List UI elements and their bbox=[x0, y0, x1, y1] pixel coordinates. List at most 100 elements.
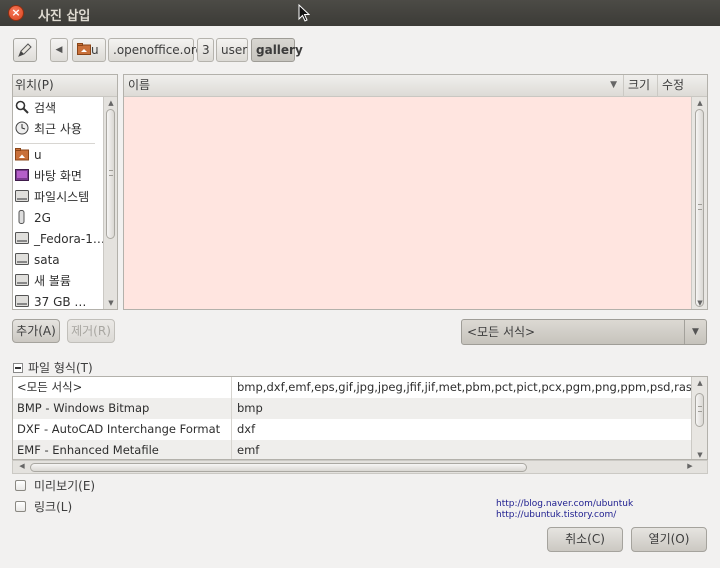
file-type-extensions: bmp,dxf,emf,eps,gif,jpg,jpeg,jfif,jif,me… bbox=[237, 380, 693, 394]
file-type-extensions: emf bbox=[237, 443, 260, 457]
place-label: 파일시스템 bbox=[34, 190, 90, 204]
place-new-volume[interactable]: 새 볼륨 bbox=[15, 271, 71, 291]
place-label: 37 GB … bbox=[34, 295, 87, 309]
grip-icon bbox=[698, 204, 702, 210]
place-label: 검색 bbox=[34, 101, 57, 115]
sort-arrow-icon: ▼ bbox=[610, 80, 617, 90]
places-header[interactable]: 위치(P) bbox=[13, 75, 117, 97]
place-label: _Fedora-1… bbox=[34, 232, 105, 246]
link-checkbox[interactable]: 링크(L) bbox=[15, 498, 72, 515]
file-filter-value: <모든 서식> bbox=[467, 325, 536, 339]
place-filesystem[interactable]: 파일시스템 bbox=[15, 187, 89, 207]
file-type-row[interactable]: DXF - AutoCAD Interchange Format dxf bbox=[13, 419, 693, 440]
scroll-up-arrow-icon[interactable]: ▲ bbox=[104, 99, 118, 107]
file-type-row[interactable]: BMP - Windows Bitmap bmp bbox=[13, 398, 693, 419]
scroll-right-arrow-icon[interactable]: ▶ bbox=[683, 462, 697, 470]
watermark-line: http://ubuntuk.tistory.com/ bbox=[496, 510, 617, 520]
type-location-button[interactable] bbox=[13, 38, 37, 62]
file-type-list[interactable]: <모든 서식> bmp,dxf,emf,eps,gif,jpg,jpeg,jfi… bbox=[12, 376, 708, 460]
watermark-line: http://blog.naver.com/ubuntuk bbox=[496, 499, 634, 509]
places-separator bbox=[15, 143, 95, 144]
place-2g[interactable]: 2G bbox=[15, 208, 51, 228]
column-divider bbox=[231, 377, 232, 459]
path-scroll-left-button[interactable]: ◀ bbox=[50, 38, 68, 62]
open-button[interactable]: 열기(O) bbox=[631, 527, 707, 552]
place-label: 최근 사용 bbox=[34, 122, 82, 136]
place-label: u bbox=[34, 148, 42, 162]
add-place-button[interactable]: 추가(A) bbox=[12, 319, 60, 343]
places-panel: 위치(P) 검색 최근 사용 u 바탕 화면 파일시스템 2G _Fedora-… bbox=[12, 74, 118, 310]
pencil-icon bbox=[18, 43, 32, 57]
insert-picture-dialog: ◀ u .openoffice.org 3 user gallery 위치(P)… bbox=[0, 26, 720, 568]
column-modified[interactable]: 수정 bbox=[658, 75, 693, 97]
place-label: 바탕 화면 bbox=[34, 169, 82, 183]
file-type-name: DXF - AutoCAD Interchange Format bbox=[17, 422, 221, 436]
checkbox-icon[interactable] bbox=[15, 501, 26, 512]
place-desktop[interactable]: 바탕 화면 bbox=[15, 166, 82, 186]
scroll-left-arrow-icon[interactable]: ◀ bbox=[15, 462, 29, 470]
crumb-3[interactable]: 3 bbox=[197, 38, 214, 62]
file-type-scroll-thumb[interactable] bbox=[695, 393, 704, 427]
cancel-button[interactable]: 취소(C) bbox=[547, 527, 623, 552]
place-sata[interactable]: sata bbox=[15, 250, 60, 270]
scroll-up-arrow-icon[interactable]: ▲ bbox=[693, 379, 707, 387]
collapse-icon[interactable] bbox=[13, 363, 23, 373]
scroll-down-arrow-icon[interactable]: ▼ bbox=[693, 451, 707, 459]
file-type-name: EMF - Enhanced Metafile bbox=[17, 443, 159, 457]
scroll-down-arrow-icon[interactable]: ▼ bbox=[693, 299, 707, 307]
usb-drive-icon bbox=[18, 210, 25, 224]
file-type-name: <모든 서식> bbox=[17, 380, 83, 394]
place-label: 2G bbox=[34, 211, 51, 225]
drive-icon bbox=[15, 190, 29, 202]
place-label: sata bbox=[34, 253, 60, 267]
remove-place-button[interactable]: 제거(R) bbox=[67, 319, 115, 343]
file-list-scrollbar[interactable]: ▲ ▼ bbox=[691, 97, 707, 309]
close-icon[interactable]: × bbox=[8, 5, 24, 21]
file-type-name: BMP - Windows Bitmap bbox=[17, 401, 150, 415]
place-label: 새 볼륨 bbox=[34, 274, 71, 288]
file-list-scroll-thumb[interactable] bbox=[695, 109, 704, 307]
file-type-expander[interactable]: 파일 형식(T) bbox=[13, 359, 93, 376]
file-type-row[interactable]: <모든 서식> bmp,dxf,emf,eps,gif,jpg,jpeg,jfi… bbox=[13, 377, 693, 398]
preview-checkbox[interactable]: 미리보기(E) bbox=[15, 477, 95, 494]
file-list[interactable]: 이름 ▼ 크기 수정 ▲ ▼ bbox=[123, 74, 708, 310]
search-icon bbox=[15, 100, 29, 114]
file-type-expander-label: 파일 형식(T) bbox=[28, 361, 93, 375]
drive-icon bbox=[15, 253, 29, 265]
checkbox-icon[interactable] bbox=[15, 480, 26, 491]
watermark-text: http://blog.naver.com/ubuntuk http://ubu… bbox=[496, 499, 633, 521]
place-37gb[interactable]: 37 GB … bbox=[15, 292, 86, 312]
file-filter-combo[interactable]: <모든 서식> ▼ bbox=[461, 319, 707, 345]
places-scrollbar[interactable]: ▲ ▼ bbox=[103, 97, 117, 309]
window-title: 사진 삽입 bbox=[38, 9, 91, 24]
file-type-hscrollbar[interactable]: ◀ ▶ bbox=[12, 460, 708, 474]
crumb-home[interactable]: u bbox=[72, 38, 106, 62]
crumb-user[interactable]: user bbox=[216, 38, 248, 62]
crumb-openoffice[interactable]: .openoffice.org bbox=[108, 38, 203, 62]
drive-icon bbox=[15, 274, 29, 286]
file-type-row[interactable]: EMF - Enhanced Metafile emf bbox=[13, 440, 693, 459]
place-fedora[interactable]: _Fedora-1… bbox=[15, 229, 105, 249]
column-name-label: 이름 bbox=[128, 78, 151, 92]
title-bar: × 사진 삽입 bbox=[0, 0, 720, 26]
file-type-hscroll-thumb[interactable] bbox=[30, 463, 527, 472]
drive-icon bbox=[15, 232, 29, 244]
grip-icon bbox=[109, 170, 113, 176]
places-scroll-thumb[interactable] bbox=[106, 109, 115, 239]
file-list-header: 이름 ▼ 크기 수정 bbox=[124, 75, 707, 97]
scroll-down-arrow-icon[interactable]: ▼ bbox=[104, 299, 118, 307]
file-type-scrollbar[interactable]: ▲ ▼ bbox=[691, 377, 707, 459]
place-home[interactable]: u bbox=[15, 145, 42, 165]
home-folder-icon bbox=[15, 148, 29, 161]
place-recent[interactable]: 최근 사용 bbox=[15, 119, 82, 139]
link-checkbox-label: 링크(L) bbox=[34, 500, 73, 514]
chevron-down-icon[interactable]: ▼ bbox=[684, 320, 706, 344]
preview-checkbox-label: 미리보기(E) bbox=[34, 479, 96, 493]
place-search[interactable]: 검색 bbox=[15, 98, 56, 118]
file-type-extensions: bmp bbox=[237, 401, 263, 415]
scroll-up-arrow-icon[interactable]: ▲ bbox=[693, 99, 707, 107]
crumb-gallery[interactable]: gallery bbox=[251, 38, 303, 62]
grip-icon bbox=[698, 406, 702, 412]
column-size[interactable]: 크기 bbox=[624, 75, 658, 97]
column-name[interactable]: 이름 ▼ bbox=[124, 75, 624, 97]
